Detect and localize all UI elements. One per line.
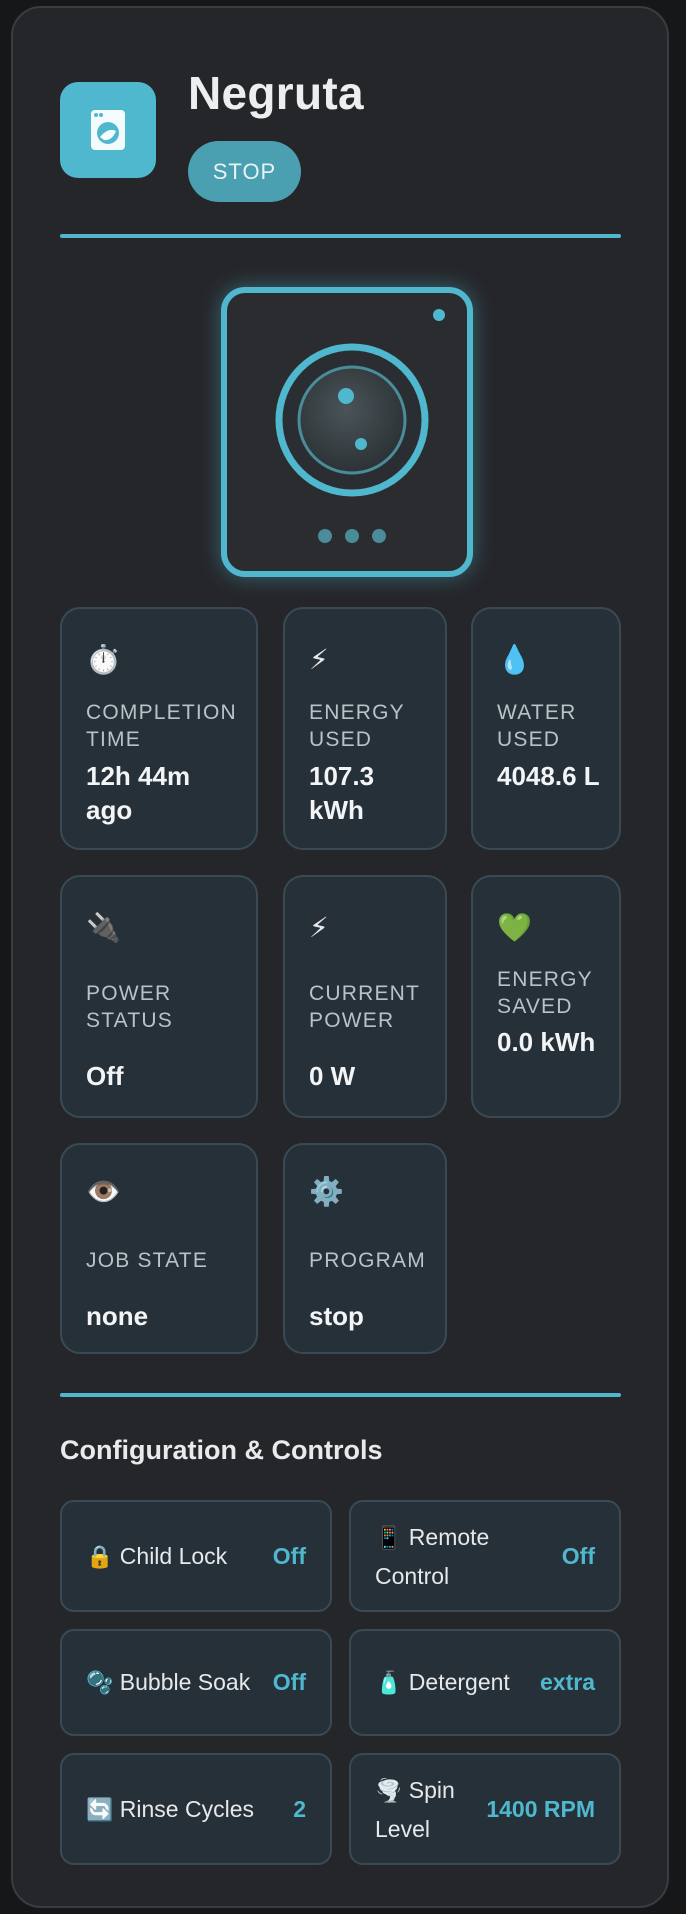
stat-label: PROGRAM <box>309 1249 426 1272</box>
stat-value: 107.3 kWh <box>309 761 375 825</box>
control-value: Off <box>272 1669 306 1695</box>
water-drop-icon: 💧 <box>497 644 532 675</box>
stat-value: stop <box>309 1301 364 1331</box>
gear-icon: ⚙️ <box>309 1176 344 1207</box>
eye-icon: 👁️ <box>86 1176 121 1207</box>
lightning-icon: ⚡ <box>309 912 329 943</box>
stat-label: ENERGY SAVED <box>497 968 593 1018</box>
stat-label: COMPLETION TIME <box>86 701 237 751</box>
control-rinse-cycles[interactable]: 🔄 Rinse Cycles 2 <box>60 1753 332 1865</box>
mobile-phone-icon: 📱 <box>375 1524 403 1550</box>
stat-label: ENERGY USED <box>309 701 405 751</box>
stat-value: 12h 44m ago <box>86 761 191 825</box>
stat-program: ⚙️ PROGRAM stop <box>283 1143 447 1354</box>
stat-power-status: 🔌 POWER STATUS Off <box>60 875 258 1118</box>
green-heart-icon: 💚 <box>497 912 532 943</box>
washing-machine-icon <box>60 82 156 178</box>
control-value: 2 <box>293 1795 306 1822</box>
tornado-icon: 🌪️ <box>375 1777 403 1803</box>
lotion-bottle-icon: 🧴 <box>375 1670 403 1695</box>
stat-value: 0.0 kWh <box>497 1027 596 1057</box>
control-value: extra <box>540 1669 595 1695</box>
stop-button[interactable]: STOP <box>188 141 301 202</box>
control-label: Bubble Soak <box>119 1669 251 1695</box>
section-divider <box>60 1393 621 1397</box>
stat-label: WATER USED <box>497 701 577 751</box>
control-remote-control[interactable]: 📱 Remote Control Off <box>349 1500 621 1612</box>
stat-value: 0 W <box>309 1061 356 1091</box>
stat-energy-saved: 💚 ENERGY SAVED 0.0 kWh <box>471 875 621 1118</box>
lock-icon: 🔒 <box>86 1543 114 1569</box>
control-child-lock[interactable]: 🔒 Child Lock Off <box>60 1500 332 1612</box>
stat-value: 4048.6 L <box>497 761 600 791</box>
stat-label: CURRENT POWER <box>309 982 420 1032</box>
stat-job-state: 👁️ JOB STATE none <box>60 1143 258 1354</box>
bubbles-icon: 🫧 <box>86 1670 114 1695</box>
control-detergent[interactable]: 🧴 Detergent extra <box>349 1629 621 1736</box>
device-title: Negruta <box>188 67 364 119</box>
section-title: Configuration & Controls <box>60 1435 383 1465</box>
header-divider <box>60 234 621 238</box>
stat-value: Off <box>86 1061 124 1091</box>
stopwatch-icon: ⏱️ <box>86 644 121 675</box>
control-bubble-soak[interactable]: 🫧 Bubble Soak Off <box>60 1629 332 1736</box>
control-value: Off <box>272 1542 306 1569</box>
washer-illustration <box>221 287 473 577</box>
control-value: Off <box>561 1542 595 1569</box>
stat-water-used: 💧 WATER USED 4048.6 L <box>471 607 621 850</box>
stat-energy-used: ⚡ ENERGY USED 107.3 kWh <box>283 607 447 850</box>
control-spin-level[interactable]: 🌪️ Spin Level 1400 RPM <box>349 1753 621 1865</box>
lightning-icon: ⚡ <box>309 644 329 675</box>
control-label: Detergent <box>408 1669 510 1695</box>
plug-icon: 🔌 <box>86 912 121 943</box>
repeat-arrows-icon: 🔄 <box>86 1796 114 1822</box>
stat-value: none <box>86 1301 149 1331</box>
control-label: Rinse Cycles <box>119 1795 255 1822</box>
stat-label: JOB STATE <box>86 1249 209 1272</box>
control-value: 1400 RPM <box>486 1795 595 1822</box>
stat-current-power: ⚡ CURRENT POWER 0 W <box>283 875 447 1118</box>
control-label: Child Lock <box>119 1542 228 1569</box>
stat-label: POWER STATUS <box>86 982 173 1032</box>
stat-completion-time: ⏱️ COMPLETION TIME 12h 44m ago <box>60 607 258 850</box>
